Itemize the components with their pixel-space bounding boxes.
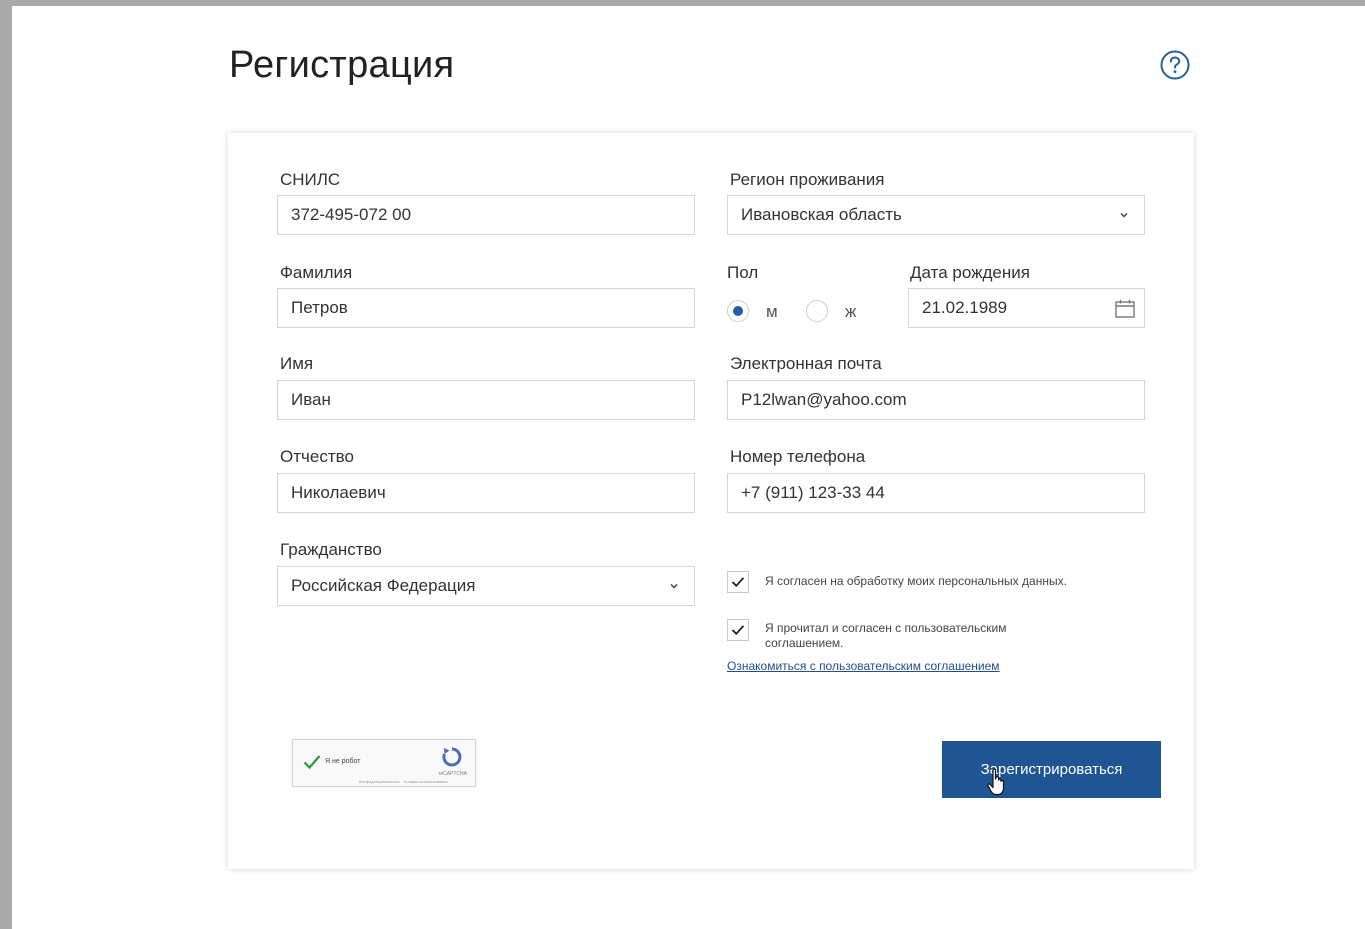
question-circle-icon[interactable] (1160, 50, 1190, 80)
email-label: Электронная почта (730, 354, 882, 373)
captcha-label: Я не робот (325, 758, 361, 765)
calendar-icon[interactable] (1115, 299, 1135, 318)
birthdate-label: Дата рождения (910, 263, 1030, 282)
consent-agreement-label: Я прочитал и согласен с пользовательским… (765, 621, 1007, 650)
citizenship-label: Гражданство (280, 540, 382, 559)
surname-field[interactable]: Петров (277, 288, 695, 328)
patronymic-field[interactable]: Николаевич (277, 473, 695, 513)
check-icon (731, 625, 745, 636)
email-field[interactable]: P12lwan@yahoo.com (727, 380, 1145, 420)
gender-female-label: ж (845, 302, 857, 321)
agreement-link[interactable]: Ознакомиться с пользовательским соглашен… (727, 659, 1000, 673)
chevron-down-icon (1120, 212, 1128, 218)
consent-personal-data-label: Я согласен на обработку моих персональны… (765, 574, 1067, 588)
phone-label: Номер телефона (730, 447, 866, 466)
citizenship-value: Российская Федерация (291, 576, 476, 595)
page-title: Регистрация (229, 44, 455, 86)
region-label: Регион проживания (730, 170, 885, 189)
register-button[interactable]: Зарегистрироваться (942, 741, 1161, 798)
check-icon (303, 755, 321, 770)
gender-male-label: м (766, 302, 778, 321)
birthdate-value: 21.02.1989 (922, 298, 1008, 317)
hand-cursor-icon (987, 768, 1005, 796)
snils-label: СНИЛС (280, 170, 341, 189)
recaptcha-logo-icon (442, 747, 462, 767)
patronymic-label: Отчество (280, 447, 354, 466)
captcha-footer: Конфиденциальность - Условия использован… (359, 779, 448, 784)
gender-radio-male[interactable] (727, 300, 749, 322)
region-select[interactable]: Ивановская область (727, 195, 1145, 235)
check-icon (731, 577, 745, 588)
chevron-down-icon (670, 583, 678, 589)
citizenship-select[interactable]: Российская Федерация (277, 566, 695, 606)
phone-field[interactable]: +7 (911) 123-33 44 (727, 473, 1145, 513)
captcha-brand: reCAPTCHA (438, 771, 467, 777)
snils-field[interactable]: 372-495-072 00 (277, 195, 695, 235)
captcha-widget[interactable]: Я не робот reCAPTCHA Конфиденциальность … (292, 739, 476, 787)
name-label: Имя (280, 354, 314, 373)
gender-label: Пол (727, 263, 759, 282)
consent-agreement-checkbox[interactable] (727, 619, 749, 641)
birthdate-field[interactable]: 21.02.1989 (908, 288, 1145, 328)
name-field[interactable]: Иван (277, 380, 695, 420)
surname-label: Фамилия (280, 263, 353, 282)
page: Регистрация СНИЛС 372-495-072 00 Фамилия… (12, 6, 1365, 929)
gender-radio-female[interactable] (806, 300, 828, 322)
consent-personal-data-checkbox[interactable] (727, 571, 749, 593)
registration-form: СНИЛС 372-495-072 00 Фамилия Петров Имя … (228, 133, 1194, 869)
region-value: Ивановская область (741, 205, 902, 224)
